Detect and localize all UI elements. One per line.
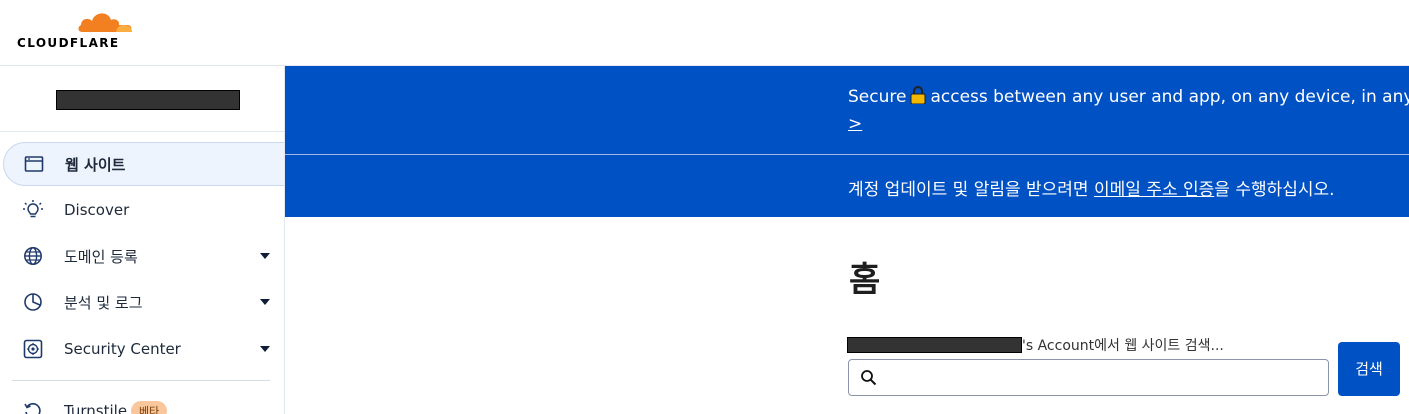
chevron-down-icon[interactable] bbox=[260, 346, 270, 352]
banner-message: 계정 업데이트 및 알림을 받으려면 이메일 주소 인증을 수행하십시오. bbox=[848, 175, 1335, 200]
banner-text-start: 계정 업데이트 및 알림을 받으려면 bbox=[848, 180, 1094, 200]
page-title: 홈 bbox=[849, 260, 881, 300]
pie-chart-icon bbox=[22, 291, 44, 313]
search-label: 's Account에서 웹 사이트 검색... bbox=[847, 335, 1224, 354]
banner-text-end: 을 수행하십시오. bbox=[1214, 180, 1335, 200]
browser-window-icon bbox=[23, 153, 45, 175]
banner-message: Secure access between any user and app, o… bbox=[848, 86, 1409, 107]
sidebar-item-websites[interactable]: 웹 사이트 bbox=[3, 142, 284, 186]
cloud-icon bbox=[78, 13, 132, 32]
zero-trust-banner: Secure access between any user and app, o… bbox=[285, 66, 1409, 154]
search-icon bbox=[861, 370, 877, 386]
sidebar-item-domain-registration[interactable]: 도메인 등록 bbox=[0, 234, 284, 278]
sidebar-item-discover[interactable]: Discover bbox=[0, 188, 284, 232]
search-label-text: 's Account에서 웹 사이트 검색... bbox=[1022, 338, 1224, 354]
sidebar-divider bbox=[12, 380, 270, 381]
sidebar-item-label: Discover bbox=[64, 201, 130, 219]
lock-icon bbox=[910, 86, 926, 105]
beta-badge: 베타 bbox=[131, 401, 168, 414]
sidebar-item-turnstile[interactable]: Turnstile 베타 bbox=[0, 389, 284, 414]
search-button[interactable]: 검색 bbox=[1338, 342, 1400, 396]
sidebar-item-analytics-logs[interactable]: 분석 및 로그 bbox=[0, 280, 284, 324]
chevron-down-icon[interactable] bbox=[260, 299, 270, 305]
account-selector[interactable] bbox=[0, 66, 284, 132]
sidebar-item-label: Turnstile bbox=[64, 402, 128, 414]
redacted-account-name bbox=[847, 337, 1022, 353]
banner-text-end: access between any user and app, on any … bbox=[930, 87, 1409, 107]
sidebar-item-label: 분석 및 로그 bbox=[64, 293, 143, 312]
banner-text-start: Secure bbox=[848, 87, 907, 107]
sidebar-item-label: 웹 사이트 bbox=[65, 155, 126, 174]
verify-email-banner: 계정 업데이트 및 알림을 받으려면 이메일 주소 인증을 수행하십시오. bbox=[285, 155, 1409, 217]
sidebar-item-security-center[interactable]: Security Center bbox=[0, 327, 284, 371]
banner-more-link[interactable]: > bbox=[848, 114, 862, 134]
lightbulb-icon bbox=[22, 199, 44, 221]
cloudflare-logo[interactable]: CLOUDFLARE bbox=[16, 8, 136, 50]
security-center-icon bbox=[22, 338, 44, 360]
turnstile-icon bbox=[22, 400, 44, 414]
top-bar: CLOUDFLARE bbox=[0, 0, 1409, 66]
sidebar-item-label: Security Center bbox=[64, 340, 181, 358]
site-search-field[interactable] bbox=[848, 359, 1329, 396]
verify-email-link[interactable]: 이메일 주소 인증 bbox=[1094, 180, 1214, 200]
search-input[interactable] bbox=[885, 364, 1315, 392]
globe-icon bbox=[22, 245, 44, 267]
sidebar-item-label: 도메인 등록 bbox=[64, 247, 138, 266]
redacted-account-name bbox=[56, 90, 240, 110]
sidebar: 웹 사이트 Discover 도메인 등록 분석 및 로그 Security C… bbox=[0, 66, 285, 414]
chevron-down-icon[interactable] bbox=[260, 253, 270, 259]
logo-text: CLOUDFLARE bbox=[17, 36, 120, 50]
